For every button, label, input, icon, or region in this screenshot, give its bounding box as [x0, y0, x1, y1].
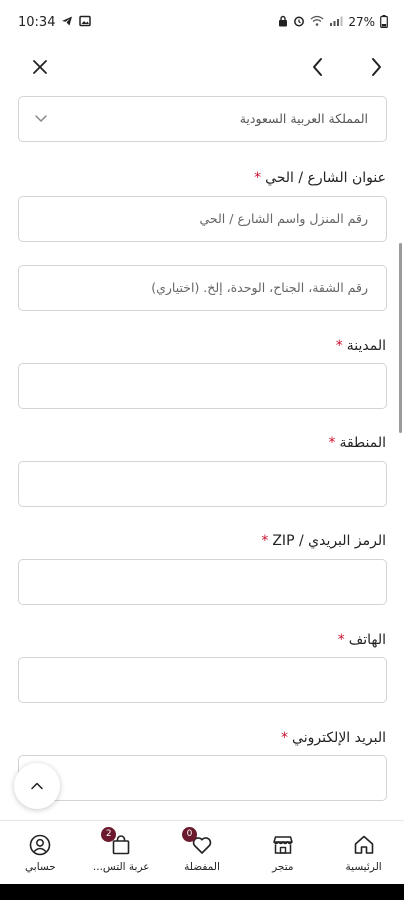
bottom-nav-cart-label: عربة التس... — [92, 860, 150, 873]
chevron-left-icon — [313, 58, 322, 76]
store-icon — [273, 835, 293, 854]
checkout-form[interactable]: المملكة العربية السعودية عنوان الشارع / … — [0, 90, 404, 820]
required-mark: * — [281, 730, 289, 746]
status-time: 10:34 — [18, 14, 56, 30]
close-button[interactable] — [26, 53, 54, 81]
city-label: المدينة* — [336, 338, 386, 354]
bottom-nav-store-label: متجر — [272, 860, 294, 873]
wishlist-icon-wrap: 0 — [182, 826, 214, 857]
zip-label-text: الرمز البريدي / ZIP — [272, 533, 386, 549]
wifi-icon — [310, 15, 324, 29]
bottom-nav-store[interactable]: متجر — [242, 821, 323, 884]
street-input[interactable]: رقم المنزل واسم الشارع / الحي — [18, 196, 387, 242]
battery-icon — [380, 14, 388, 30]
region-label-text: المنطقة — [339, 435, 386, 451]
lock-icon — [278, 15, 288, 29]
zip-input[interactable] — [18, 559, 387, 605]
bottom-nav: الرئيسية متجر 0 المفضلة 2 عربة التس... ح… — [0, 820, 404, 884]
city-input[interactable] — [18, 363, 387, 409]
status-left: 10:34 — [18, 14, 92, 30]
user-icon — [30, 834, 51, 855]
cart-icon-wrap: 2 — [101, 826, 133, 857]
scrollbar[interactable] — [399, 243, 402, 433]
region-label: المنطقة* — [328, 435, 386, 451]
required-mark: * — [254, 170, 262, 186]
phone-label: الهاتف* — [338, 632, 386, 648]
required-mark: * — [261, 533, 269, 549]
top-nav-bar — [0, 44, 404, 90]
country-value: المملكة العربية السعودية — [239, 111, 368, 126]
home-icon — [354, 835, 373, 854]
bottom-nav-wishlist-label: المفضلة — [184, 860, 220, 873]
apartment-input[interactable]: رقم الشقة، الجناح، الوحدة، إلخ. (اختياري… — [18, 265, 387, 311]
region-input[interactable] — [18, 461, 387, 507]
street-label: عنوان الشارع / الحي* — [254, 170, 386, 186]
close-icon — [33, 60, 47, 74]
chevron-right-icon — [372, 58, 381, 76]
battery-percent: 27% — [348, 15, 375, 29]
phone-label-text: الهاتف — [348, 632, 386, 648]
status-bar: 10:34 27% — [0, 0, 404, 44]
bottom-nav-home[interactable]: الرئيسية — [323, 821, 404, 884]
system-gesture-bar — [0, 884, 404, 900]
gallery-icon — [79, 15, 92, 29]
scroll-to-top-button[interactable] — [14, 763, 60, 809]
bottom-nav-wishlist[interactable]: 0 المفضلة — [162, 821, 243, 884]
bottom-nav-cart[interactable]: 2 عربة التس... — [81, 821, 162, 884]
bottom-nav-account[interactable]: حسابي — [0, 821, 81, 884]
city-label-text: المدينة — [346, 338, 386, 354]
bottom-nav-account-label: حسابي — [25, 860, 56, 873]
phone-input[interactable] — [18, 657, 387, 703]
email-label-text: البريد الإلكتروني — [292, 730, 386, 746]
street-label-text: عنوان الشارع / الحي — [265, 170, 386, 186]
chevron-down-icon — [35, 115, 47, 122]
telegram-icon — [61, 15, 73, 29]
street-placeholder: رقم المنزل واسم الشارع / الحي — [199, 211, 368, 226]
alarm-icon — [293, 15, 305, 29]
required-mark: * — [335, 338, 343, 354]
country-select[interactable]: المملكة العربية السعودية — [18, 96, 387, 142]
email-input[interactable] — [18, 755, 387, 801]
nav-arrows — [304, 53, 390, 81]
bottom-nav-home-label: الرئيسية — [345, 860, 382, 873]
zip-label: الرمز البريدي / ZIP* — [261, 533, 386, 549]
status-right: 27% — [278, 14, 388, 30]
apartment-placeholder: رقم الشقة، الجناح، الوحدة، إلخ. (اختياري… — [151, 280, 368, 295]
chevron-up-icon — [31, 782, 43, 790]
back-button[interactable] — [304, 53, 332, 81]
required-mark: * — [328, 435, 336, 451]
email-label: البريد الإلكتروني* — [281, 730, 386, 746]
signal-icon — [329, 15, 343, 29]
wishlist-count-badge: 0 — [182, 826, 198, 842]
forward-button[interactable] — [362, 53, 390, 81]
required-mark: * — [337, 632, 345, 648]
cart-count-badge: 2 — [101, 826, 117, 842]
